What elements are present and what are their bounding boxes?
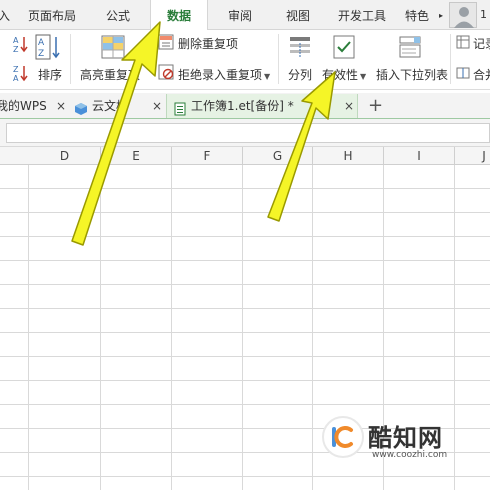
ribbon-data: AZ AZ ZA 排序 高亮重复项 删除重复项 拒绝录入重复项 ▼ 分列 有效性… [0,30,490,90]
sort-icon[interactable]: AZ [34,34,62,60]
column-header-row: D E F G H I J [0,147,490,165]
column-header-g[interactable]: G [243,147,312,165]
split-columns-icon[interactable] [288,34,312,60]
split-columns-button[interactable]: 分列 [288,66,312,83]
column-header-e[interactable]: E [101,147,171,165]
svg-text:A: A [13,74,19,82]
doctab-cloud-label: 云文档 [92,99,129,113]
close-icon[interactable]: × [152,94,162,118]
merge-icon[interactable] [456,66,470,80]
merge-button[interactable]: 合并 [473,66,490,83]
cube-icon [74,100,88,115]
document-tabs: 我的WPS × 云文档 × 工作簿1.et[备份] * × [0,93,490,119]
user-avatar[interactable] [449,2,477,28]
user-icon [454,7,474,28]
spreadsheet-window: 入 页面布局 公式 数据 审阅 视图 开发工具 特色 ▸ 1 AZ AZ ZA … [0,0,490,490]
reject-duplicates-label: 拒绝录入重复项 [178,68,263,82]
column-header-j[interactable]: J [478,147,490,165]
spreadsheet-file-icon [173,100,187,115]
svg-text:Z: Z [13,65,19,74]
formula-input[interactable] [6,123,490,143]
column-header-i[interactable]: I [384,147,454,165]
doctab-cloud-docs[interactable]: 云文档 [74,94,144,118]
column-header-f[interactable]: F [172,147,242,165]
close-icon[interactable]: × [344,94,354,118]
reject-duplicates-icon[interactable] [158,64,174,80]
svg-text:Z: Z [38,49,44,59]
chevron-down-icon: ▼ [360,72,367,81]
menu-tab-page-layout[interactable]: 页面布局 [22,0,82,30]
menu-tab-overflow[interactable]: 入 [0,0,10,30]
ribbon-separator [70,34,71,84]
menu-overflow-icon[interactable]: ▸ [436,0,446,30]
menu-tab-view[interactable]: 视图 [280,0,316,30]
menu-tab-special[interactable]: 特色 [400,0,434,30]
formula-bar [0,119,490,147]
ribbon-separator [278,34,279,84]
delete-duplicates-icon[interactable] [158,34,174,50]
sort-desc-icon[interactable]: ZA [10,64,30,83]
validity-label: 有效性 [322,68,359,82]
doctab-workbook[interactable]: 工作簿1.et[备份] * [166,94,358,118]
record-icon[interactable] [456,35,470,49]
sort-button[interactable]: 排序 [38,66,62,83]
record-button[interactable]: 记录 [473,35,490,52]
column-header-h[interactable]: H [313,147,383,165]
user-count: 1 [480,8,487,21]
menu-tab-developer[interactable]: 开发工具 [334,0,390,30]
validity-icon[interactable] [332,34,356,60]
chevron-down-icon: ▼ [264,72,271,81]
validity-button[interactable]: 有效性 ▼ [322,66,366,83]
insert-dropdown-icon[interactable] [398,34,422,60]
menu-bar: 入 页面布局 公式 数据 审阅 视图 开发工具 特色 ▸ 1 [0,0,490,31]
svg-text:A: A [38,38,45,48]
delete-duplicates-button[interactable]: 删除重复项 [178,35,238,52]
ribbon-separator [450,34,451,84]
watermark-brand: 酷知网 [368,424,443,452]
watermark-url: www.coozhi.com [372,450,448,460]
watermark: 酷知网 www.coozhi.com [322,410,472,466]
reject-duplicates-button[interactable]: 拒绝录入重复项 ▼ [178,66,270,83]
close-icon[interactable]: × [56,94,66,118]
menu-tab-data[interactable]: 数据 [150,0,208,31]
insert-dropdown-button[interactable]: 插入下拉列表 [376,66,448,83]
new-tab-plus-icon[interactable]: + [368,93,383,119]
column-header-d[interactable]: D [29,147,100,165]
doctab-workbook-label: 工作簿1.et[备份] * [191,99,294,113]
sort-asc-icon[interactable]: AZ [10,34,30,54]
watermark-logo-icon [322,416,364,458]
highlight-duplicates-icon[interactable] [100,34,126,60]
doctab-my-wps[interactable]: 我的WPS [0,94,58,118]
svg-text:Z: Z [13,45,19,54]
menu-tab-review[interactable]: 审阅 [222,0,258,30]
highlight-duplicates-button[interactable]: 高亮重复项 [80,66,140,83]
menu-tab-formulas[interactable]: 公式 [100,0,136,30]
svg-text:A: A [13,36,19,45]
